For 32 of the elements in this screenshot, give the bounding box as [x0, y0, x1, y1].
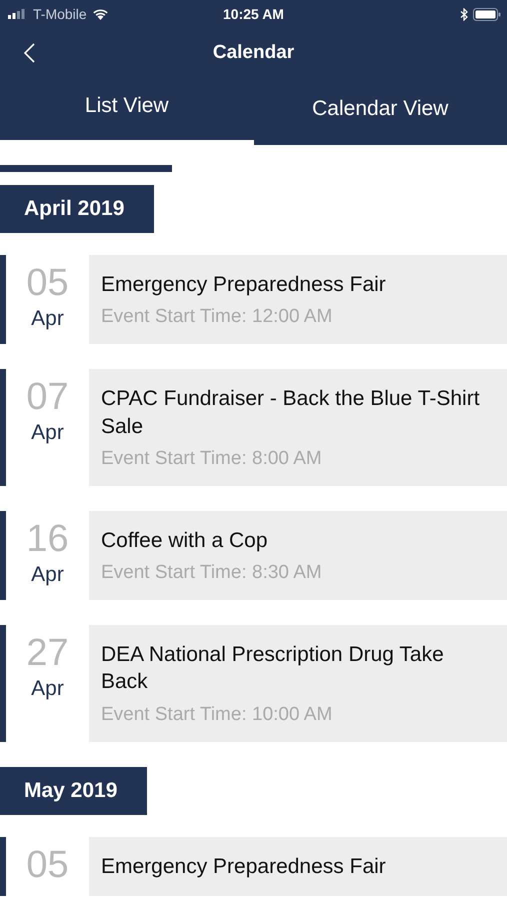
event-day: 27 — [26, 633, 69, 675]
month-header: April 2019 — [0, 185, 154, 233]
event-month: Apr — [31, 676, 64, 701]
event-title: DEA National Prescription Drug Take Back — [101, 642, 445, 696]
event-month: Apr — [31, 562, 64, 587]
event-title: CPAC Fundraiser - Back the Blue T-Shirt Sale — [101, 386, 481, 440]
event-title: Coffee with a Cop — [101, 528, 269, 554]
event-start-time: Event Start Time: 10:00 AM — [101, 704, 334, 726]
screen-title: Calendar — [212, 42, 294, 64]
event-day: 16 — [26, 518, 69, 561]
battery-icon — [473, 8, 501, 20]
event-month: Apr — [31, 306, 64, 331]
event-start-time: Event Start Time: 8:30 AM — [101, 562, 323, 584]
event-card[interactable]: Emergency Preparedness Fair Event Start Time: 12:00 AM — [89, 255, 507, 344]
carrier-name: T-Mobile — [33, 6, 87, 22]
status-time: 10:25 AM — [223, 6, 284, 22]
event-day: 05 — [26, 844, 69, 887]
event-card[interactable]: Emergency Preparedness Fair — [89, 836, 507, 896]
event-day: 05 — [26, 263, 69, 305]
event-start-time: Event Start Time: 12:00 AM — [101, 306, 334, 328]
event-start-time: Event Start Time: 8:00 AM — [101, 448, 323, 470]
event-card[interactable]: Coffee with a Cop Event Start Time: 8:30 AM — [89, 510, 507, 600]
event-card[interactable]: DEA National Prescription Drug Take Back Event Start Time: 10:00 AM — [89, 625, 507, 742]
wifi-icon — [92, 8, 109, 20]
back-icon — [24, 43, 35, 63]
event-card[interactable]: CPAC Fundraiser - Back the Blue T-Shirt Sale Event Start Time: 8:00 AM — [89, 369, 507, 486]
month-header: May 2019 — [0, 766, 148, 815]
event-day: 07 — [26, 377, 69, 420]
event-title: Emergency Preparedness Fair — [101, 854, 387, 880]
event-title: Emergency Preparedness Fair — [101, 272, 387, 298]
event-month: Apr — [31, 421, 64, 446]
bluetooth-icon — [460, 8, 468, 20]
